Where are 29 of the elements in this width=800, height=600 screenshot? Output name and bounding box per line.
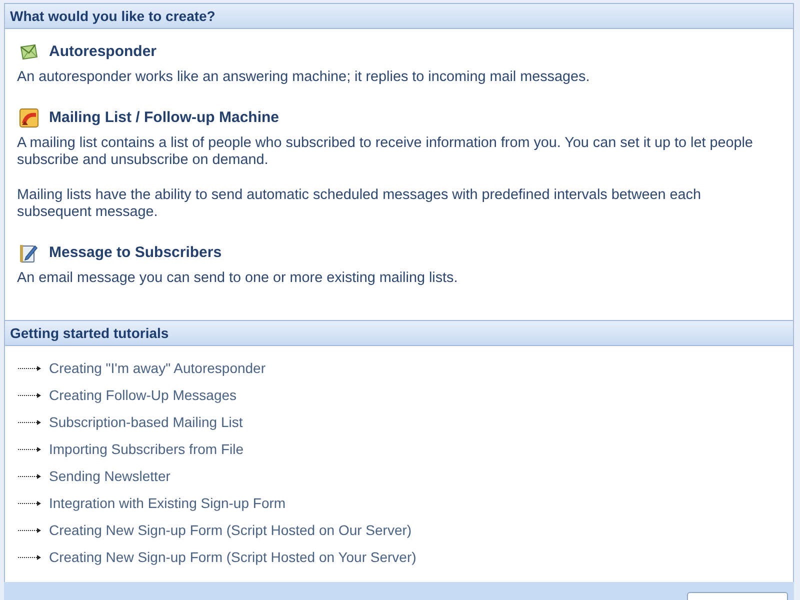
- option-title-link[interactable]: Mailing List / Follow-up Machine: [49, 106, 279, 130]
- dotted-arrow-icon: [18, 447, 41, 452]
- tutorial-link[interactable]: Integration with Existing Sign-up Form: [49, 493, 286, 514]
- section-header: Getting started tutorials: [5, 320, 793, 346]
- option-description: Mailing lists have the ability to send automatic scheduled messages with predefined intervals between each subsequent message.: [17, 187, 702, 221]
- option-description: An email message you can send to one or more existing mailing lists.: [17, 270, 459, 287]
- envelope-icon: [19, 43, 39, 61]
- dotted-arrow-icon: [18, 393, 41, 398]
- tutorial-link[interactable]: Importing Subscribers from File: [49, 439, 244, 460]
- option-title-link[interactable]: Message to Subscribers: [49, 242, 222, 264]
- dotted-arrow-icon: [18, 474, 41, 479]
- option-title-link[interactable]: Autoresponder: [49, 40, 157, 64]
- tutorial-link[interactable]: Creating New Sign-up Form (Script Hosted on Your Server): [49, 547, 416, 568]
- dialog-button[interactable]: [687, 592, 788, 600]
- tutorial-link[interactable]: Creating "I'm away" Autoresponder: [49, 358, 266, 379]
- section-header: What would you like to create?: [5, 3, 793, 29]
- tutorial-link[interactable]: Sending Newsletter: [49, 466, 170, 487]
- mailing-list-icon: [19, 108, 39, 128]
- tutorial-link[interactable]: Creating Follow-Up Messages: [49, 385, 237, 406]
- notepad-pencil-icon: [19, 243, 39, 263]
- dotted-arrow-icon: [18, 555, 41, 560]
- tutorial-link[interactable]: Subscription-based Mailing List: [49, 412, 243, 433]
- dotted-arrow-icon: [18, 501, 41, 506]
- dotted-arrow-icon: [18, 420, 41, 425]
- dotted-arrow-icon: [18, 366, 41, 371]
- tutorial-link[interactable]: Creating New Sign-up Form (Script Hosted on Our Server): [49, 520, 412, 541]
- option-description: A mailing list contains a list of people who subscribed to receive information from you. You can set it up to let people subscribe and unsubscribe on demand.: [17, 135, 754, 169]
- dotted-arrow-icon: [18, 528, 41, 533]
- option-description: An autoresponder works like an answering machine; it replies to incoming mail messages.: [17, 69, 591, 86]
